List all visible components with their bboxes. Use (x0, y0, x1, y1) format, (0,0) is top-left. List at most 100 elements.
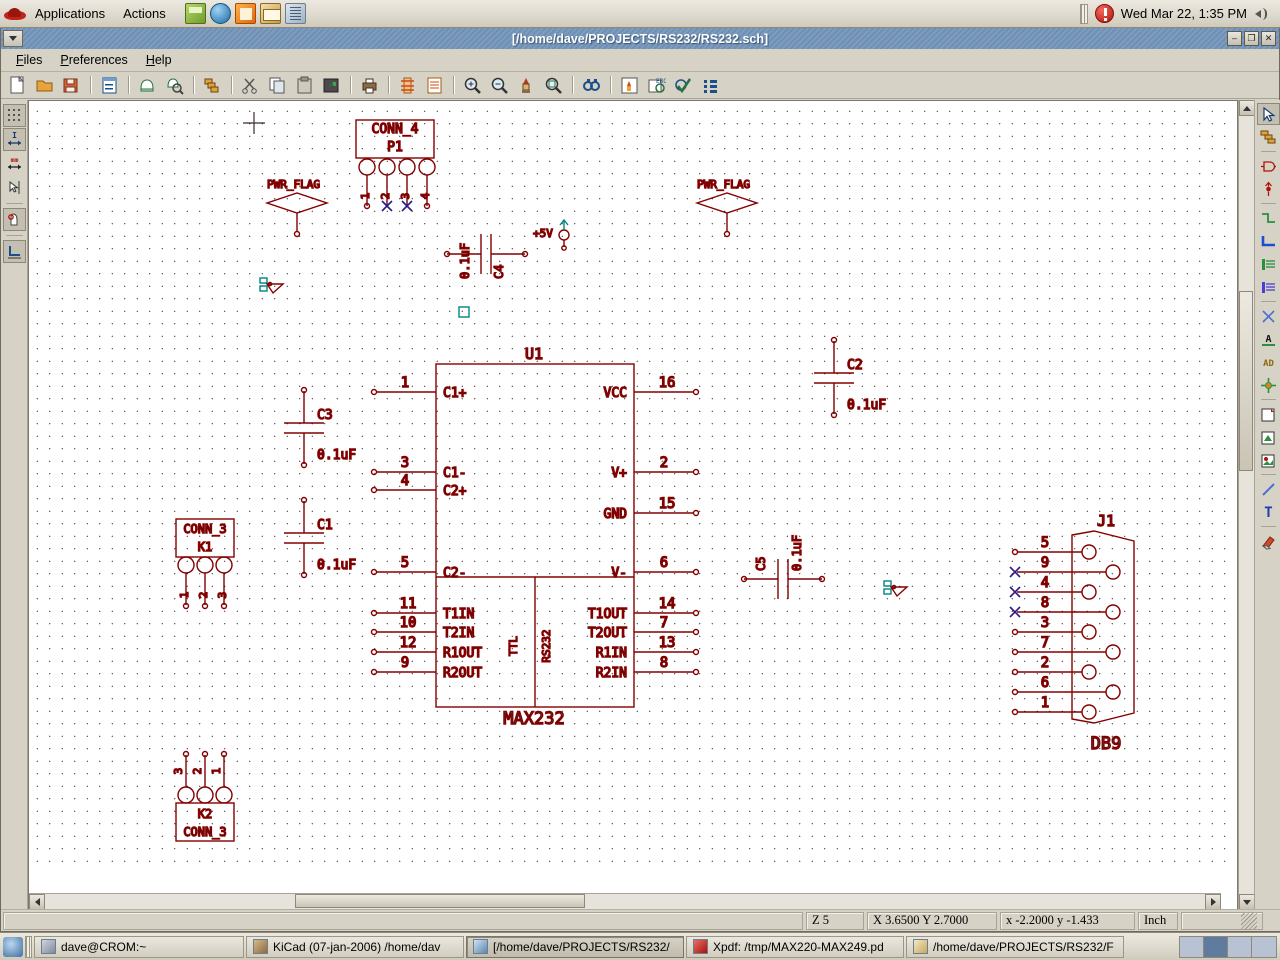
place-global-label-button[interactable]: AD (1257, 351, 1280, 373)
place-bus-button[interactable] (1257, 230, 1280, 252)
hierarchy-push-button[interactable] (1257, 126, 1280, 148)
annotate-button[interactable] (617, 74, 642, 97)
clock[interactable]: Wed Mar 22, 1:35 PM (1121, 6, 1247, 21)
menu-help[interactable]: Help (137, 51, 181, 69)
hscroll-track[interactable] (45, 894, 1205, 909)
alert-icon[interactable] (1094, 4, 1114, 23)
bom-button[interactable] (422, 74, 447, 97)
place-bus-to-bus-entry-button[interactable] (1257, 276, 1280, 298)
units-mm-button[interactable]: mm (3, 152, 26, 175)
taskbar-grip[interactable] (25, 935, 32, 958)
vscroll-thumb[interactable] (1239, 291, 1253, 471)
workspace-3[interactable] (1228, 936, 1252, 957)
power-flag-1: PWR_FLAG (264, 177, 330, 238)
place-no-connect-button[interactable] (1257, 305, 1280, 327)
vertical-scrollbar[interactable] (1238, 100, 1255, 910)
units-inch-button[interactable]: I (2, 128, 26, 151)
delete-item-button[interactable] (1257, 530, 1280, 552)
document-icon[interactable] (284, 3, 306, 24)
library-editor-button[interactable] (135, 74, 160, 97)
spreadsheet-icon[interactable] (184, 3, 206, 24)
hierarchy-button[interactable] (200, 74, 225, 97)
horizontal-scrollbar[interactable] (29, 893, 1221, 909)
vscroll-track[interactable] (1239, 116, 1254, 894)
backanno-button[interactable] (698, 74, 723, 97)
svg-text:2: 2 (197, 592, 210, 599)
toolbar-separator (388, 76, 389, 94)
selection-tool-button[interactable] (1256, 103, 1280, 125)
statusbar-resize-grip[interactable] (1181, 911, 1263, 930)
cut-button[interactable] (238, 74, 263, 97)
svg-text:C2+: C2+ (443, 484, 467, 499)
show-desktop-icon[interactable] (3, 936, 23, 957)
mail-icon[interactable] (259, 3, 281, 24)
svg-text:C1-: C1- (443, 466, 466, 481)
zoom-fit-button[interactable] (541, 74, 566, 97)
workspace-4[interactable] (1252, 936, 1276, 957)
workspace-switcher[interactable] (1179, 935, 1277, 958)
applications-menu[interactable]: Applications (26, 1, 114, 27)
page-settings-button[interactable] (97, 74, 122, 97)
volume-icon[interactable] (1254, 6, 1272, 22)
hidden-pins-button[interactable] (2, 208, 26, 231)
undo-button[interactable] (319, 74, 344, 97)
actions-menu[interactable]: Actions (114, 1, 175, 27)
erc-button[interactable]: ERC (644, 74, 669, 97)
workspace-1[interactable] (1180, 936, 1204, 957)
library-browser-button[interactable] (162, 74, 187, 97)
zoom-out-button[interactable] (487, 74, 512, 97)
redhat-menu-icon[interactable] (4, 4, 26, 24)
menu-preferences[interactable]: Preferences (51, 51, 136, 69)
import-sheet-pin-button[interactable] (1257, 426, 1280, 448)
add-sheet-pin-button[interactable] (1257, 449, 1280, 471)
window-titlebar[interactable]: [/home/dave/PROJECTS/RS232/RS232.sch] – … (1, 28, 1279, 49)
task-kicad[interactable]: KiCad (07-jan-2006) /home/dav (246, 935, 464, 958)
place-power-port-button[interactable] (1257, 178, 1280, 200)
print-button[interactable] (357, 74, 382, 97)
place-label-button[interactable]: A (1257, 328, 1280, 350)
place-line-button[interactable] (1257, 478, 1280, 500)
task-text-editor[interactable]: /home/dave/PROJECTS/RS232/F (906, 935, 1124, 958)
scroll-right-button[interactable] (1205, 894, 1221, 909)
hscroll-thumb[interactable] (295, 894, 585, 908)
scroll-up-button[interactable] (1239, 100, 1255, 116)
task-eeschema[interactable]: [/home/dave/PROJECTS/RS232/ (466, 935, 684, 958)
bus-entry-style-button[interactable] (2, 240, 26, 263)
task-terminal[interactable]: dave@CROM:~ (34, 935, 244, 958)
svg-text:0.1uF: 0.1uF (790, 535, 804, 571)
cursor-shape-button[interactable] (3, 176, 26, 199)
svg-text:R2IN: R2IN (596, 666, 627, 681)
image-viewer-icon[interactable] (234, 3, 256, 24)
scroll-down-button[interactable] (1239, 894, 1255, 910)
web-browser-icon[interactable] (209, 3, 231, 24)
place-junction-button[interactable] (1257, 374, 1280, 396)
task-xpdf[interactable]: Xpdf: /tmp/MAX220-MAX249.pd (686, 935, 904, 958)
place-text-button[interactable]: T (1257, 501, 1280, 523)
place-wire-to-bus-entry-button[interactable] (1257, 253, 1280, 275)
redraw-button[interactable] (514, 74, 539, 97)
scroll-left-button[interactable] (29, 894, 45, 909)
toolbar-separator (1260, 203, 1276, 204)
schematic-canvas-area[interactable]: CONN_4 P1 1 2 3 4 PWR_FLAG PWR_FLAG 0.1u… (28, 100, 1238, 910)
place-wire-button[interactable] (1257, 207, 1280, 229)
save-schematic-button[interactable] (59, 74, 84, 97)
copy-button[interactable] (265, 74, 290, 97)
schematic-canvas[interactable]: CONN_4 P1 1 2 3 4 PWR_FLAG PWR_FLAG 0.1u… (29, 101, 1235, 866)
workspace-2[interactable] (1204, 936, 1228, 957)
svg-text:14: 14 (659, 596, 676, 612)
netlist-button[interactable] (395, 74, 420, 97)
menu-files[interactable]: Files (7, 51, 51, 69)
check-button[interactable] (671, 74, 696, 97)
place-component-button[interactable] (1257, 155, 1280, 177)
toggle-grid-button[interactable] (2, 104, 26, 127)
svg-text:15: 15 (659, 496, 676, 512)
toolbar-separator (572, 76, 573, 94)
bottom-taskbar: dave@CROM:~ KiCad (07-jan-2006) /home/da… (0, 932, 1280, 960)
paste-button[interactable] (292, 74, 317, 97)
panel-grip[interactable] (1079, 3, 1088, 24)
zoom-in-button[interactable] (460, 74, 485, 97)
place-sheet-button[interactable] (1257, 403, 1280, 425)
find-button[interactable] (579, 74, 604, 97)
new-schematic-button[interactable] (5, 74, 30, 97)
open-folder-button[interactable] (32, 74, 57, 97)
